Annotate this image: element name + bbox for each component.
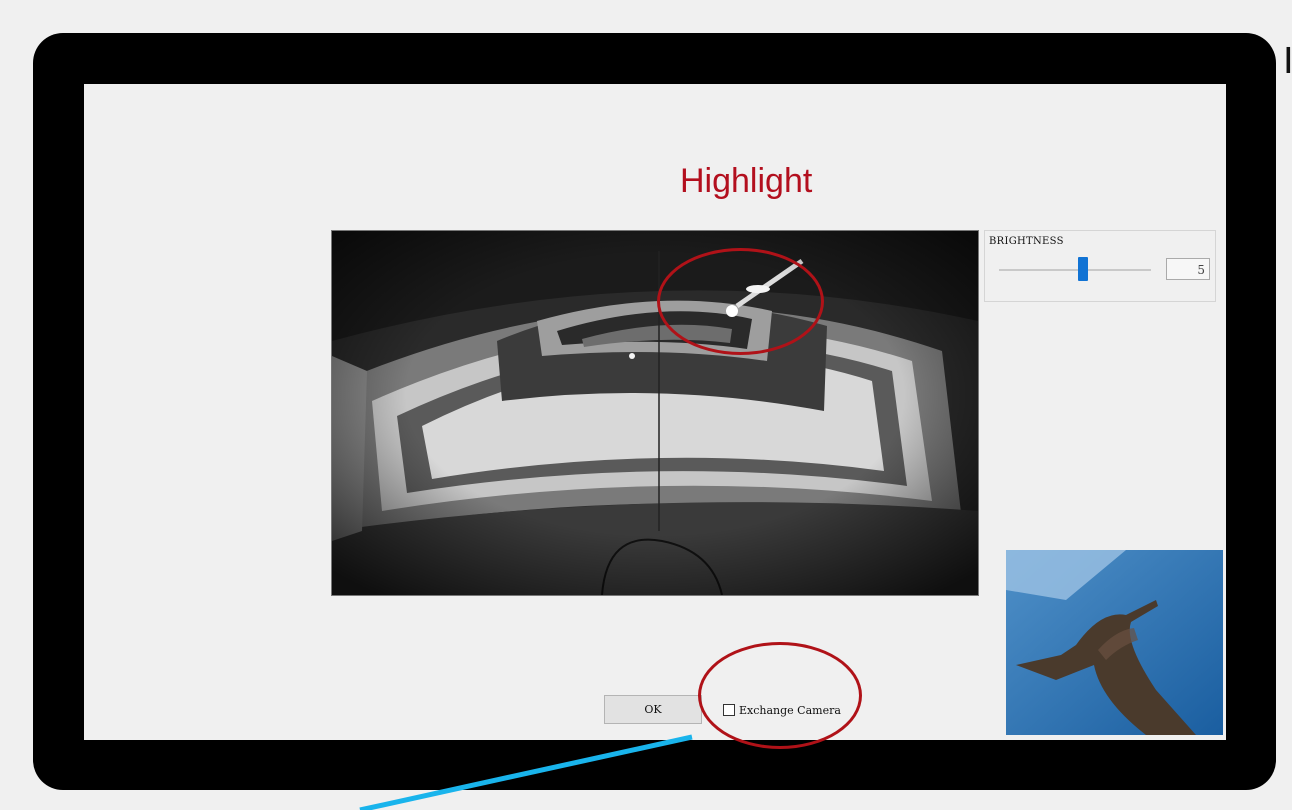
camera-thumbnail [1006, 550, 1223, 735]
brightness-slider-thumb[interactable] [1077, 257, 1088, 281]
brightness-label: BRIGHTNESS [989, 236, 1064, 247]
brightness-slider[interactable] [999, 269, 1151, 271]
exchange-camera-checkbox[interactable] [723, 704, 735, 716]
hand-gesture-image [1006, 550, 1223, 735]
edge-letter: I [1283, 41, 1292, 82]
page-title: Highlight [680, 162, 813, 200]
brightness-panel: BRIGHTNESS 5 [984, 230, 1216, 302]
brightness-value-field[interactable]: 5 [1166, 258, 1210, 280]
ok-button[interactable]: OK [604, 695, 702, 724]
exchange-camera-label[interactable]: Exchange Camera [739, 704, 841, 717]
exchange-camera-option[interactable]: Exchange Camera [723, 702, 841, 718]
camera-image [332, 231, 978, 595]
camera-preview [331, 230, 979, 596]
